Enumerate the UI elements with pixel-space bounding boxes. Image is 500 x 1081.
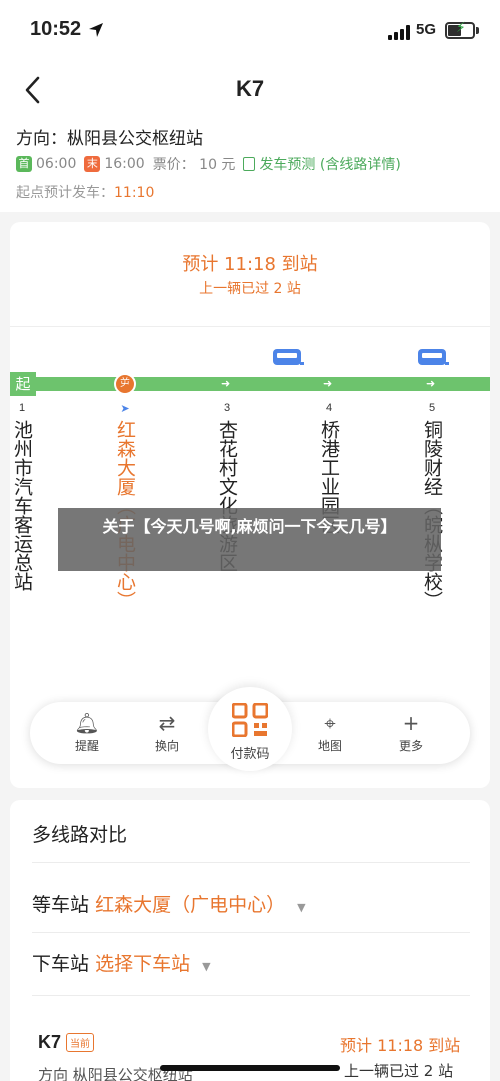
- alight-stop-selector[interactable]: 下车站 选择下车站 ▼: [32, 949, 211, 976]
- alight-stop-value: 选择下车站: [95, 953, 191, 975]
- last-bus-badge: 末: [84, 156, 101, 172]
- reverse-label: 换向: [154, 739, 179, 753]
- stop-item[interactable]: 1 池州市汽车客运总站: [7, 402, 37, 591]
- route-header: K7 方向：枞阳县公交枢纽站 首 06:00 末 16:00 票价： 10 元 …: [0, 62, 500, 212]
- map-pin-icon: ⌖: [324, 711, 336, 735]
- schedule-row: 首 06:00 末 16:00 票价： 10 元 发车预测 (含线路详情): [16, 154, 401, 174]
- section-title: 多线路对比: [32, 824, 128, 846]
- pay-code-label: 付款码: [230, 747, 270, 762]
- direction-text: 方向：枞阳县公交枢纽站: [16, 124, 203, 149]
- map-label: 地图: [317, 739, 342, 753]
- waiting-stop-value: 红森大厦（广电中心）: [95, 894, 286, 916]
- plus-icon: +: [402, 711, 420, 735]
- pay-code-button[interactable]: 付款码: [208, 687, 292, 771]
- bell-icon: 🔔︎: [74, 711, 100, 735]
- location-arrow-icon: [89, 23, 103, 37]
- start-departure-label: 起点预计发车：: [16, 185, 114, 201]
- start-departure-time: 11:10: [114, 185, 155, 201]
- first-bus-time: 06:00: [36, 156, 77, 172]
- status-time: 10:52: [30, 18, 82, 40]
- page-title: K7: [235, 76, 265, 101]
- multi-route-compare-card: 多线路对比 等车站 红森大厦（广电中心） ▼ 下车站 选择下车站 ▼ K7 当前…: [10, 800, 490, 1081]
- remind-label: 提醒: [74, 739, 99, 753]
- more-label: 更多: [398, 739, 423, 753]
- network-type: 5G: [416, 21, 437, 38]
- departure-prediction-link[interactable]: 发车预测 (含线路详情): [259, 154, 400, 174]
- more-button[interactable]: + 更多: [386, 712, 436, 754]
- signal-icon: [388, 24, 412, 40]
- stop-number: 4: [325, 402, 333, 414]
- caret-down-icon: ▼: [202, 960, 211, 973]
- first-bus-badge: 首: [16, 156, 32, 172]
- caret-down-icon: ▼: [297, 901, 306, 914]
- divider: [32, 995, 470, 996]
- stop-number: 1: [18, 402, 26, 414]
- charging-bolt-icon: ⚡: [456, 20, 466, 36]
- stop-number: 3: [223, 402, 231, 414]
- arrow-right-icon: ➜: [426, 377, 436, 390]
- stop-item[interactable]: 5 铜陵财经（皖枞学校）: [417, 402, 447, 610]
- route-card: 预计 11:18 到站 上一辆已过 2 站 起 ➜ ➜ ➜ 屰 1 池州市汽车客…: [10, 222, 490, 788]
- start-departure-row: 起点预计发车：11:10: [16, 182, 154, 202]
- home-indicator[interactable]: [160, 1065, 340, 1071]
- swap-icon: ⇄: [158, 711, 176, 735]
- bus-icon[interactable]: [273, 349, 304, 365]
- battery-cap: [476, 27, 479, 34]
- bus-icon[interactable]: [418, 349, 449, 365]
- current-stop-marker: 屰: [114, 373, 136, 395]
- divider: [32, 932, 470, 933]
- current-route-tag: 当前: [66, 1033, 94, 1052]
- fare-text: 票价： 10 元: [152, 157, 236, 173]
- route-previous-bus: 上一辆已过 2 站: [344, 1062, 454, 1080]
- waiting-stop-selector[interactable]: 等车站 红森大厦（广电中心） ▼: [32, 890, 306, 917]
- navigation-arrow-icon: ➤: [120, 402, 130, 415]
- status-bar: 10:52 5G ⚡: [0, 0, 500, 62]
- eta-text: 预计 11:18 到站: [182, 254, 318, 275]
- start-marker: 起: [10, 372, 36, 396]
- route-eta: 预计 11:18 到站: [340, 1036, 461, 1055]
- alight-stop-label: 下车站: [32, 953, 90, 975]
- overlay-banner: 关于【今天几号啊,麻烦问一下今天几号】: [58, 508, 441, 571]
- stop-item-current[interactable]: ➤ 红森大厦（广电中心）: [110, 402, 140, 610]
- arrow-right-icon: ➜: [221, 377, 231, 390]
- route-line: [10, 377, 490, 391]
- direction-label: 方向：: [16, 129, 67, 149]
- stop-name: 池州市汽车客运总站: [11, 420, 33, 591]
- divider: [32, 862, 470, 863]
- previous-bus-text: 上一辆已过 2 站: [199, 281, 301, 297]
- direction-value: 枞阳县公交枢纽站: [67, 129, 203, 149]
- stop-number: 5: [428, 402, 436, 414]
- divider: [10, 326, 490, 327]
- remind-button[interactable]: 🔔︎ 提醒: [62, 712, 112, 754]
- last-bus-time: 16:00: [104, 156, 145, 172]
- document-icon: [243, 157, 256, 171]
- route-name[interactable]: K7: [38, 1032, 61, 1053]
- arrow-right-icon: ➜: [323, 377, 333, 390]
- waiting-stop-label: 等车站: [32, 894, 90, 916]
- map-button[interactable]: ⌖ 地图: [305, 712, 355, 754]
- reverse-direction-button[interactable]: ⇄ 换向: [142, 712, 192, 754]
- qr-code-icon: [232, 703, 268, 737]
